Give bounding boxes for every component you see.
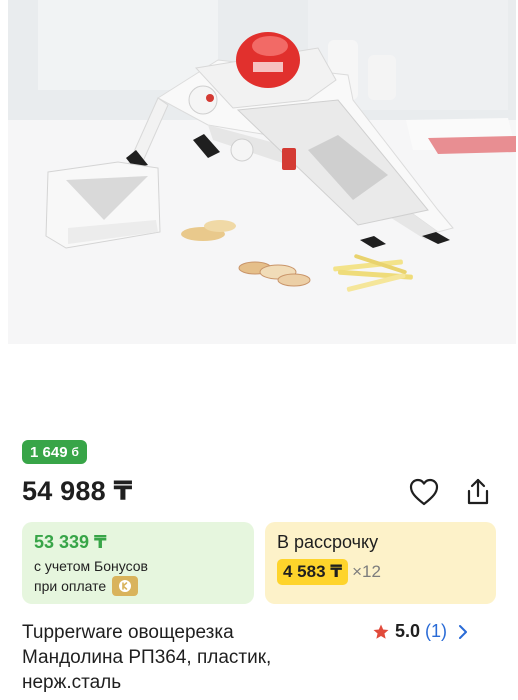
favorite-button[interactable]	[406, 475, 442, 509]
star-icon	[373, 624, 389, 639]
rating[interactable]: 5.0 (1)	[372, 621, 468, 642]
bonus-price: 53 339 ₸	[34, 532, 107, 552]
bonus-note-line1: с учетом Бонусов	[34, 558, 148, 574]
chevron-right-icon	[459, 624, 468, 639]
installment-monthly: 4 583 ₸	[277, 559, 349, 585]
installment-months: ×12	[352, 562, 381, 581]
bonus-amount: 1 649	[30, 443, 68, 461]
product-title-line: Мандолина РП364, пластик,	[22, 647, 272, 668]
share-button[interactable]	[460, 474, 496, 510]
share-icon	[467, 478, 489, 505]
bonus-chip: 1 649 б	[22, 440, 87, 464]
installment-title: В рассрочку	[277, 532, 379, 552]
product-title-line: нерж.сталь	[22, 672, 122, 693]
bonus-currency-icon: б	[71, 445, 79, 459]
product-title-line: Tupperware овощерезка	[22, 622, 234, 643]
rating-score: 5.0	[395, 621, 421, 641]
bonus-note-line2: при оплате	[34, 578, 107, 594]
product-title: Tupperware овощерезка Мандолина РП364, п…	[22, 620, 342, 695]
product-price: 54 988 ₸	[22, 476, 133, 506]
heart-icon	[409, 478, 439, 506]
review-count-link[interactable]: (1)	[425, 621, 447, 642]
bonus-price-card[interactable]: 53 339 ₸ с учетом Бонусов при оплате	[22, 522, 254, 604]
product-image[interactable]	[8, 0, 516, 344]
installment-card[interactable]: В рассрочку 4 583 ₸ ×12	[265, 522, 496, 604]
kaspi-badge-icon	[112, 576, 139, 596]
